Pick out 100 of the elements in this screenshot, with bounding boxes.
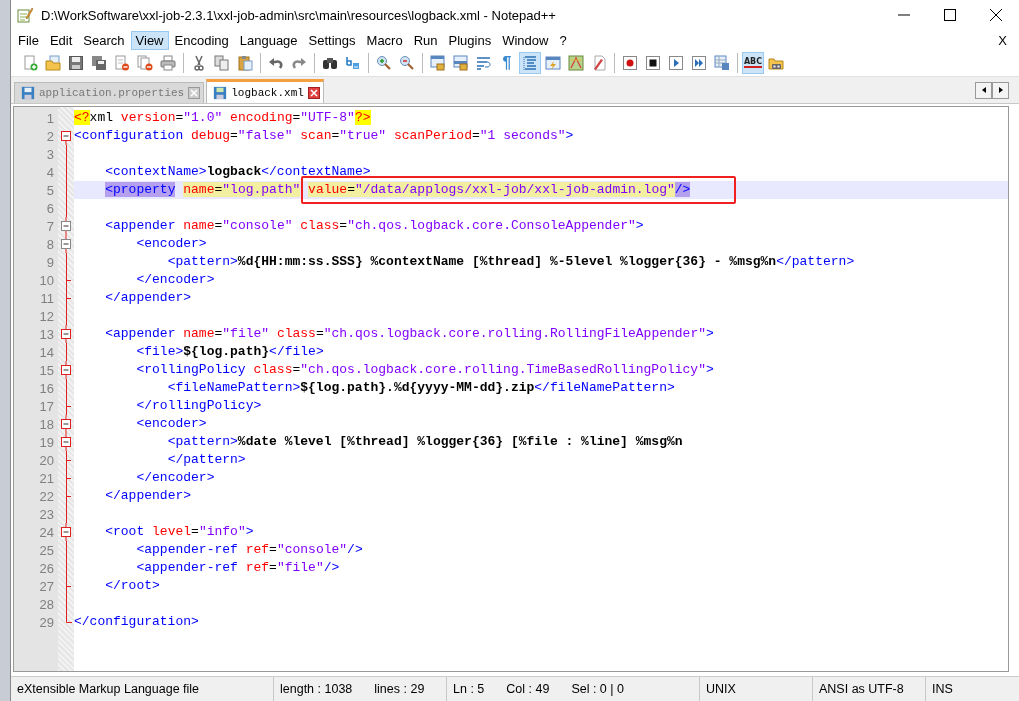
scissors-icon [191,55,207,71]
tab-label: logback.xml [231,86,304,99]
fold-end-mark [65,613,72,623]
line-number: 27 [38,578,55,594]
replace-icon [345,55,361,71]
code-line: <fileNamePattern>${log.path}.%d{yyyy-MM-dd}.zip</fileNamePattern> [166,379,675,397]
fold-line [65,379,67,397]
highlighted-code: value="/data/applogs/xxl-job/xxl-job-admin.log"/> [301,176,737,204]
line-number: 15 [38,362,55,378]
fast-forward-icon [691,55,707,71]
code-line: <encoder> [135,235,207,253]
status-text: ANSI as UTF-8 [819,682,904,696]
binoculars-icon [322,55,338,71]
fold-toggle-icon[interactable] [61,217,71,235]
line-number: 29 [38,614,55,630]
line-number: 3 [45,146,55,162]
code-line: <pattern>%date %level [%thread] %logger{36} [%file : %line] %msg%n [166,433,683,451]
line-number: 7 [45,218,55,234]
code-line: <appender-ref ref="console"/> [135,541,363,559]
code-line: </appender> [104,289,192,307]
line-number: 12 [38,308,55,324]
menu-item[interactable]: View [130,30,169,50]
fold-line [65,307,67,325]
open-folder-icon [45,55,61,71]
code-line: <appender name="console" class="ch.qos.logback.core.ConsoleAppender"> [104,217,644,235]
save-icon [68,55,84,71]
close-documents-icon [137,55,153,71]
zoom-out-icon [399,55,415,71]
file-tab[interactable]: logback.xml [206,79,324,103]
right-arrow-icon[interactable] [998,87,1003,93]
line-number: 28 [38,596,55,612]
menu-item[interactable]: Encoding [169,30,234,50]
menu-item[interactable]: Run [408,30,443,50]
status-text: INS [932,682,953,696]
line-number: 4 [45,164,55,180]
fold-toggle-icon[interactable] [61,235,71,253]
code-line: <encoder> [135,415,207,433]
close-document-icon [114,55,130,71]
indent-lines-icon [522,55,538,71]
wrap-lines-icon [476,55,492,71]
code-line: <rollingPolicy class="ch.qos.logback.core.rolling.TimeBasedRollingPolicy"> [135,361,714,379]
menu-item[interactable]: Edit [44,30,78,50]
fold-line [65,505,67,523]
menu-item[interactable]: ? [554,30,572,50]
fold-toggle-icon[interactable] [61,325,71,343]
map-icon [568,55,584,71]
fold-toggle-icon[interactable] [61,415,71,433]
status-text: length : 1038 [280,682,353,696]
menu-item[interactable]: Plugins [443,30,497,50]
code-line: </appender> [104,487,192,505]
undo-icon [268,55,284,71]
left-arrow-icon[interactable] [981,87,986,93]
save-macro-icon [714,55,730,71]
status-text: Sel : 0 | 0 [571,682,624,696]
line-number: 23 [38,506,55,522]
code-line: </encoder> [135,469,215,487]
redo-icon [291,55,307,71]
line-number: 18 [38,416,55,432]
zoom-in-icon [376,55,392,71]
save-icon [21,86,35,100]
close-icon[interactable] [990,9,1002,21]
code-line: <pattern>%d{HH:mm:ss.SSS} %contextName [%thread] %-5level %logger{36} - %msg%n</pattern> [166,253,855,271]
pilcrow-button[interactable]: ¶ [496,52,518,74]
maximize-icon[interactable] [944,9,956,21]
menu-item[interactable]: Window [497,30,554,50]
line-number: 24 [38,524,55,540]
fold-toggle-icon[interactable] [61,361,71,379]
code-line: <configuration debug="false" scan="true" scanPeriod="1 seconds"> [74,127,574,145]
status-text: Col : 49 [506,682,550,696]
menu-item[interactable]: Search [78,30,130,50]
play-icon [668,55,684,71]
save-icon [213,85,228,100]
tab-label: application.properties [39,87,185,99]
code-line: </root> [104,577,160,595]
status-text: eXtensible Markup Language file [17,682,200,696]
menu-item[interactable]: Language [234,30,303,50]
close-document-button[interactable]: X [998,32,1007,48]
line-number: 16 [38,380,55,396]
folder-tape-icon [768,55,784,71]
spell-check-button[interactable]: ABC [742,52,764,74]
fold-line [65,595,67,613]
menu-item[interactable]: Macro [361,30,408,50]
fold-end-mark [65,397,71,415]
menu-item[interactable]: Settings [303,30,361,50]
close-icon[interactable] [307,86,320,99]
save-all-icon [91,55,107,71]
line-number: 21 [38,470,55,486]
code-line: </rollingPolicy> [135,397,262,415]
fold-toggle-icon[interactable] [61,523,71,541]
code-line: <appender-ref ref="file"/> [135,559,340,577]
line-number: 10 [38,272,55,288]
record-icon [622,55,638,71]
status-text: Ln : 5 [453,682,485,696]
code-line: </configuration> [74,613,199,631]
fold-toggle-icon[interactable] [61,433,71,451]
menu-item[interactable]: File [13,30,44,50]
line-number: 25 [38,542,55,558]
stop-icon [645,55,661,71]
fold-line [65,343,67,361]
line-number: 26 [38,560,55,576]
